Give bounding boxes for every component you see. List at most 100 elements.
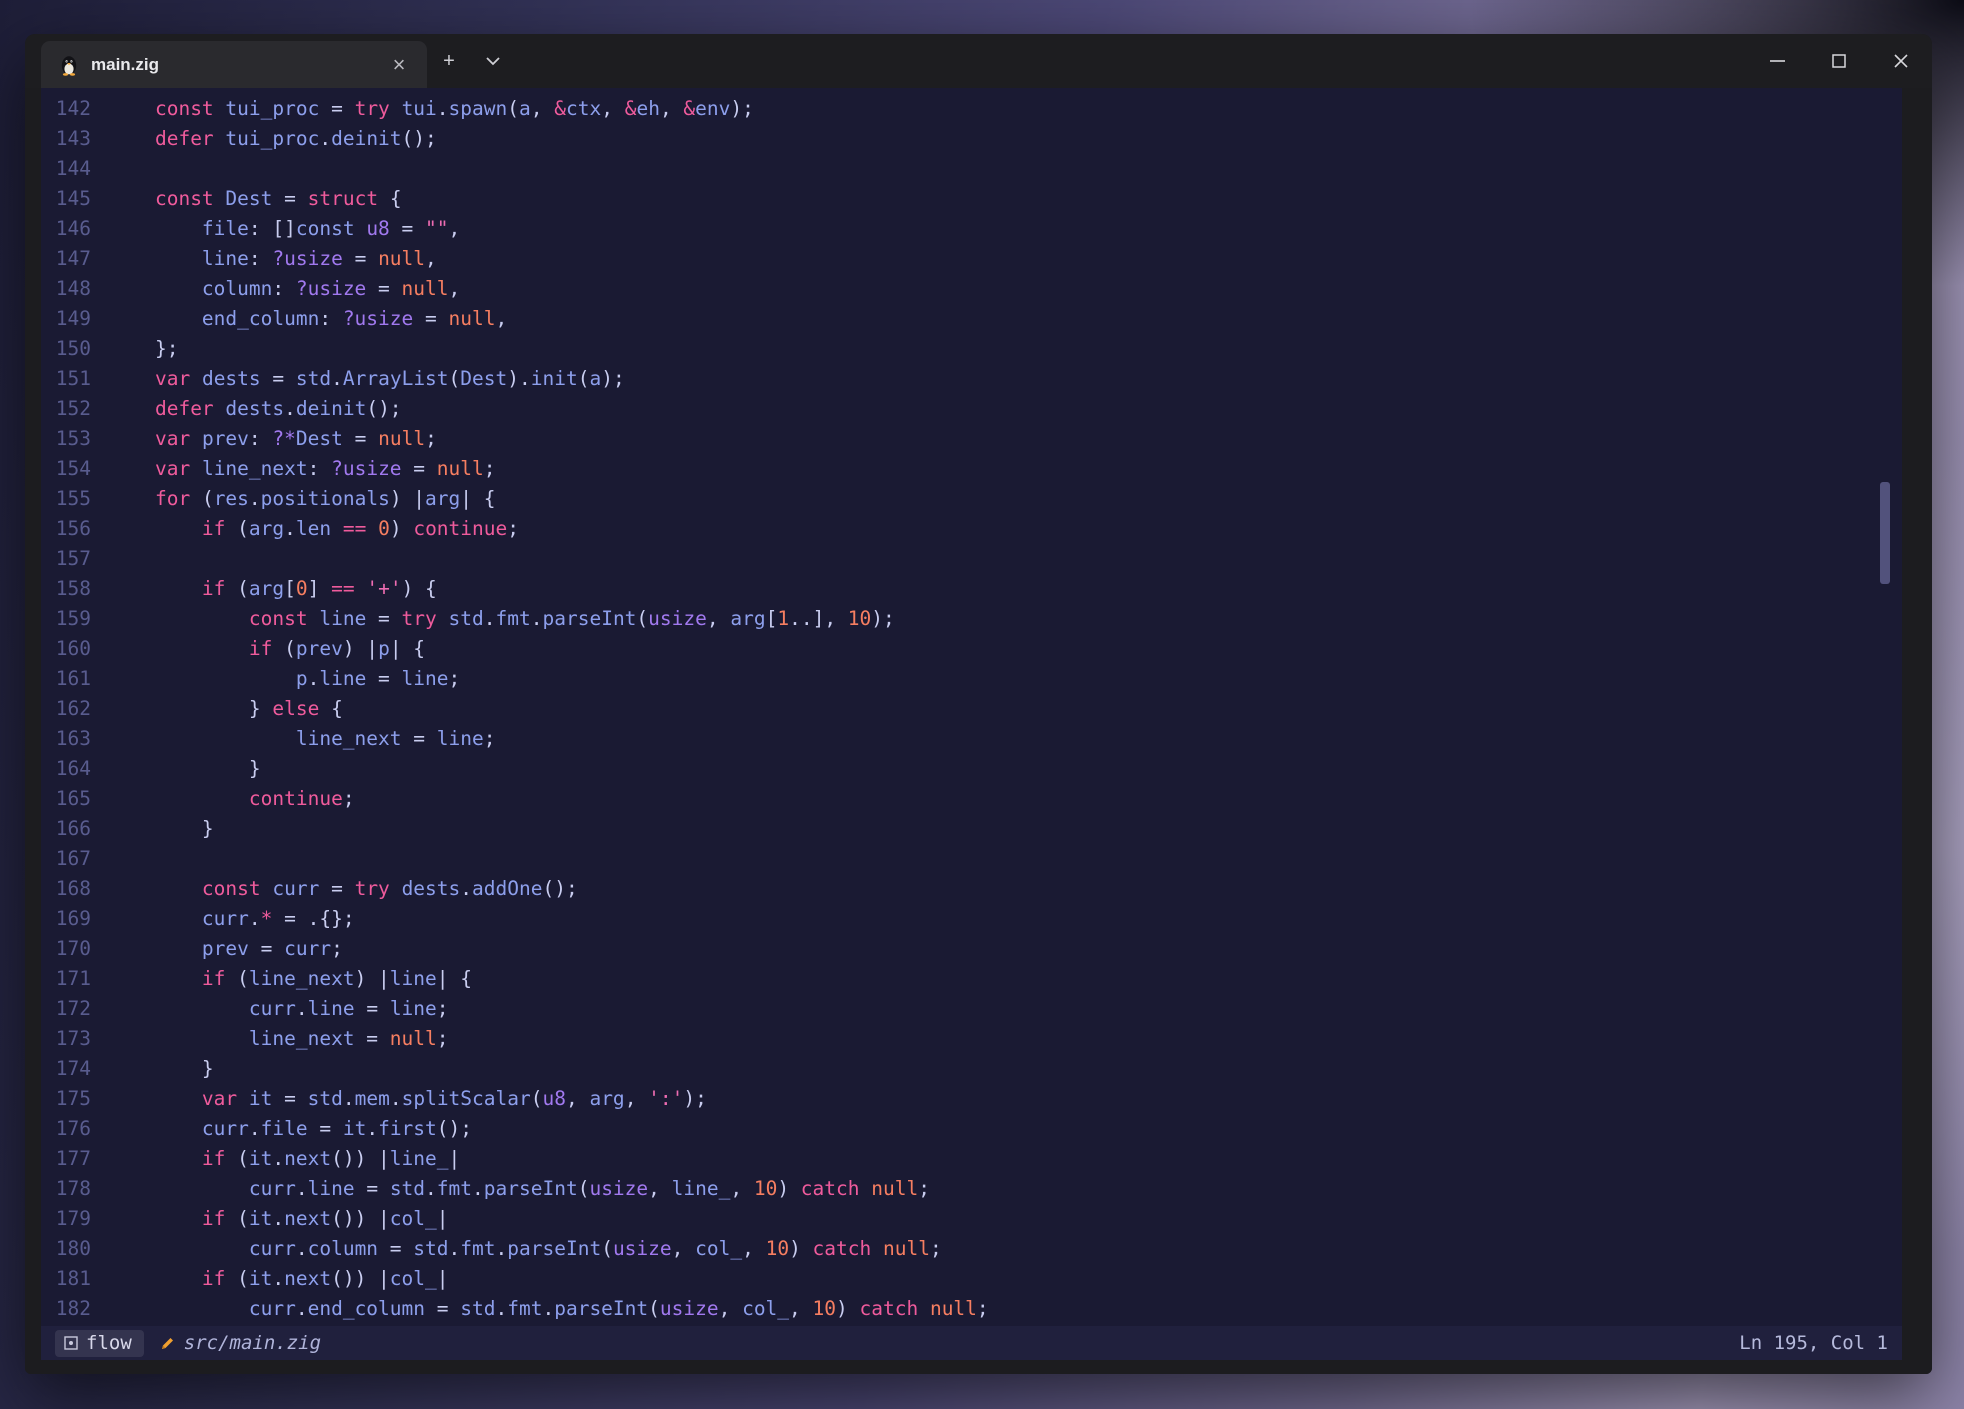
code-line[interactable]: 177 if (it.next()) |line_|	[41, 1144, 1902, 1174]
code-line[interactable]: 153 var prev: ?*Dest = null;	[41, 424, 1902, 454]
line-number: 160	[41, 634, 91, 664]
code-line[interactable]: 175 var it = std.mem.splitScalar(u8, arg…	[41, 1084, 1902, 1114]
code-text: if (it.next()) |line_|	[108, 1144, 460, 1174]
code-line[interactable]: 152 defer dests.deinit();	[41, 394, 1902, 424]
code-line[interactable]: 176 curr.file = it.first();	[41, 1114, 1902, 1144]
line-number: 166	[41, 814, 91, 844]
code-line[interactable]: 171 if (line_next) |line| {	[41, 964, 1902, 994]
code-line[interactable]: 179 if (it.next()) |col_|	[41, 1204, 1902, 1234]
editor[interactable]: 142 const tui_proc = try tui.spawn(a, &c…	[41, 88, 1902, 1326]
code-line[interactable]: 161 p.line = line;	[41, 664, 1902, 694]
code-line[interactable]: 169 curr.* = .{};	[41, 904, 1902, 934]
titlebar[interactable]: main.zig × +	[25, 34, 1932, 88]
code-text: continue;	[108, 784, 355, 814]
code-line[interactable]: 146 file: []const u8 = "",	[41, 214, 1902, 244]
code-line[interactable]: 155 for (res.positionals) |arg| {	[41, 484, 1902, 514]
code-line[interactable]: 181 if (it.next()) |col_|	[41, 1264, 1902, 1294]
code-area: 142 const tui_proc = try tui.spawn(a, &c…	[41, 94, 1902, 1324]
line-number: 181	[41, 1264, 91, 1294]
tab-title: main.zig	[91, 55, 159, 75]
code-line[interactable]: 151 var dests = std.ArrayList(Dest).init…	[41, 364, 1902, 394]
terminal-content: 142 const tui_proc = try tui.spawn(a, &c…	[25, 88, 1932, 1374]
line-number: 146	[41, 214, 91, 244]
file-segment[interactable]: src/main.zig	[160, 1332, 321, 1354]
code-text: curr.* = .{};	[108, 904, 355, 934]
tab-close-icon[interactable]: ×	[385, 51, 413, 79]
mode-label: flow	[86, 1332, 132, 1354]
code-text: line_next = null;	[108, 1024, 449, 1054]
code-text: const line = try std.fmt.parseInt(usize,…	[108, 604, 895, 634]
code-line[interactable]: 172 curr.line = line;	[41, 994, 1902, 1024]
close-icon[interactable]	[1870, 34, 1932, 88]
minimize-icon[interactable]	[1746, 34, 1808, 88]
code-line[interactable]: 145 const Dest = struct {	[41, 184, 1902, 214]
code-line[interactable]: 170 prev = curr;	[41, 934, 1902, 964]
line-number: 151	[41, 364, 91, 394]
code-line[interactable]: 162 } else {	[41, 694, 1902, 724]
line-number: 179	[41, 1204, 91, 1234]
code-line[interactable]: 167	[41, 844, 1902, 874]
code-text: curr.line = std.fmt.parseInt(usize, line…	[108, 1174, 930, 1204]
code-line[interactable]: 156 if (arg.len == 0) continue;	[41, 514, 1902, 544]
line-number: 145	[41, 184, 91, 214]
code-line[interactable]: 150 };	[41, 334, 1902, 364]
code-line[interactable]: 142 const tui_proc = try tui.spawn(a, &c…	[41, 94, 1902, 124]
code-text: if (arg[0] == '+') {	[108, 574, 437, 604]
code-text: }	[108, 1054, 214, 1084]
code-line[interactable]: 144	[41, 154, 1902, 184]
code-text: curr.line = line;	[108, 994, 449, 1024]
code-line[interactable]: 143 defer tui_proc.deinit();	[41, 124, 1902, 154]
line-number: 176	[41, 1114, 91, 1144]
line-number: 161	[41, 664, 91, 694]
line-number: 174	[41, 1054, 91, 1084]
code-line[interactable]: 168 const curr = try dests.addOne();	[41, 874, 1902, 904]
maximize-icon[interactable]	[1808, 34, 1870, 88]
code-text: if (arg.len == 0) continue;	[108, 514, 519, 544]
line-number: 165	[41, 784, 91, 814]
line-number: 150	[41, 334, 91, 364]
code-line[interactable]: 180 curr.column = std.fmt.parseInt(usize…	[41, 1234, 1902, 1264]
scrollbar-thumb[interactable]	[1880, 482, 1890, 584]
line-number: 169	[41, 904, 91, 934]
line-number: 159	[41, 604, 91, 634]
code-text: for (res.positionals) |arg| {	[108, 484, 496, 514]
code-text: prev = curr;	[108, 934, 343, 964]
code-line[interactable]: 164 }	[41, 754, 1902, 784]
code-line[interactable]: 160 if (prev) |p| {	[41, 634, 1902, 664]
line-number: 158	[41, 574, 91, 604]
code-text: }	[108, 754, 261, 784]
line-number: 155	[41, 484, 91, 514]
code-line[interactable]: 159 const line = try std.fmt.parseInt(us…	[41, 604, 1902, 634]
line-number: 147	[41, 244, 91, 274]
mode-indicator[interactable]: flow	[55, 1330, 144, 1357]
line-number: 172	[41, 994, 91, 1024]
code-text: file: []const u8 = "",	[108, 214, 460, 244]
code-line[interactable]: 147 line: ?usize = null,	[41, 244, 1902, 274]
code-line[interactable]: 163 line_next = line;	[41, 724, 1902, 754]
code-text: end_column: ?usize = null,	[108, 304, 507, 334]
new-tab-button[interactable]: +	[427, 34, 471, 88]
code-line[interactable]: 157	[41, 544, 1902, 574]
code-line[interactable]: 158 if (arg[0] == '+') {	[41, 574, 1902, 604]
code-line[interactable]: 173 line_next = null;	[41, 1024, 1902, 1054]
code-line[interactable]: 149 end_column: ?usize = null,	[41, 304, 1902, 334]
chevron-down-icon[interactable]	[471, 34, 515, 88]
code-line[interactable]: 165 continue;	[41, 784, 1902, 814]
code-text: var it = std.mem.splitScalar(u8, arg, ':…	[108, 1084, 707, 1114]
tux-penguin-icon	[59, 54, 79, 76]
code-line[interactable]: 166 }	[41, 814, 1902, 844]
code-line[interactable]: 154 var line_next: ?usize = null;	[41, 454, 1902, 484]
code-line[interactable]: 178 curr.line = std.fmt.parseInt(usize, …	[41, 1174, 1902, 1204]
tab-main-zig[interactable]: main.zig ×	[41, 41, 427, 88]
code-line[interactable]: 148 column: ?usize = null,	[41, 274, 1902, 304]
code-line[interactable]: 182 curr.end_column = std.fmt.parseInt(u…	[41, 1294, 1902, 1324]
cursor-position: Ln 195, Col 1	[1739, 1332, 1888, 1354]
file-path: src/main.zig	[184, 1332, 321, 1354]
line-number: 143	[41, 124, 91, 154]
code-line[interactable]: 174 }	[41, 1054, 1902, 1084]
line-number: 152	[41, 394, 91, 424]
line-number: 157	[41, 544, 91, 574]
code-text: column: ?usize = null,	[108, 274, 460, 304]
code-text: curr.column = std.fmt.parseInt(usize, co…	[108, 1234, 942, 1264]
code-text: line: ?usize = null,	[108, 244, 437, 274]
